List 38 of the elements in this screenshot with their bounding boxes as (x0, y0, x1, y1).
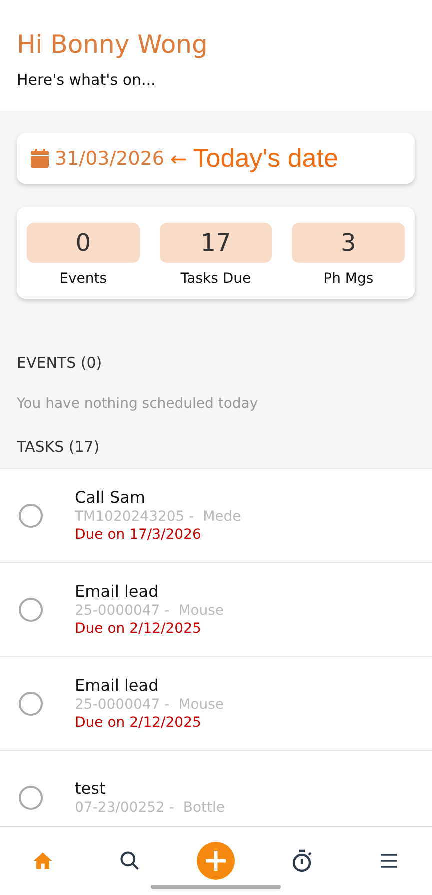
task-due-date: Due on 2/12/2025 (75, 715, 202, 731)
task-checkbox[interactable] (19, 786, 43, 810)
greeting: Hi Bonny Wong (17, 30, 209, 59)
search-icon (118, 850, 141, 872)
task-checkbox[interactable] (19, 598, 43, 622)
stat-label: Tasks Due (180, 271, 252, 287)
task-checkbox[interactable] (19, 692, 43, 716)
task-checkbox[interactable] (19, 504, 43, 528)
calendar-icon (31, 149, 49, 168)
stat-label: Ph Mgs (324, 271, 374, 287)
task-row[interactable]: Email lead 25-0000047 - Mouse Due on 2/12/2025 (0, 563, 432, 657)
stat-value[interactable]: 17 (160, 223, 272, 263)
task-row[interactable]: Call Sam TM1020243205 - Mede Due on 17/3/2026 (0, 469, 432, 563)
task-title: test (75, 779, 107, 798)
stat-value[interactable]: 0 (27, 223, 140, 263)
section-heading: TASKS (17) (16, 438, 101, 456)
task-title: Email lead (75, 582, 160, 601)
task-reference: 07-23/00252 - Bottle (75, 800, 225, 816)
stopwatch-icon (291, 849, 314, 873)
annotation-arrow: ← (170, 146, 188, 170)
empty-message: You have nothing scheduled today (16, 396, 260, 412)
task-reference: 25-0000047 - Mouse (75, 603, 224, 619)
add-icon (196, 842, 235, 880)
date-text: 31/03/2026 (55, 148, 165, 170)
task-row[interactable]: Email lead 25-0000047 - Mouse Due on 2/12/2025 (0, 657, 432, 751)
subtitle: Here's what's on... (17, 71, 157, 89)
task-title: Email lead (75, 676, 160, 695)
task-due-date: Due on 2/12/2025 (75, 621, 202, 637)
task-reference: 25-0000047 - Mouse (75, 697, 224, 713)
task-reference: TM1020243205 - Mede (75, 509, 242, 525)
home-icon (32, 850, 54, 872)
stat-value[interactable]: 3 (292, 223, 405, 263)
annotation-text: Today's date (193, 143, 338, 174)
menu-icon (378, 852, 399, 870)
task-due-date: Due on 17/3/2026 (75, 527, 202, 543)
task-title: Call Sam (75, 488, 146, 507)
stat-label: Events (60, 271, 108, 287)
section-heading: EVENTS (0) (16, 354, 104, 372)
